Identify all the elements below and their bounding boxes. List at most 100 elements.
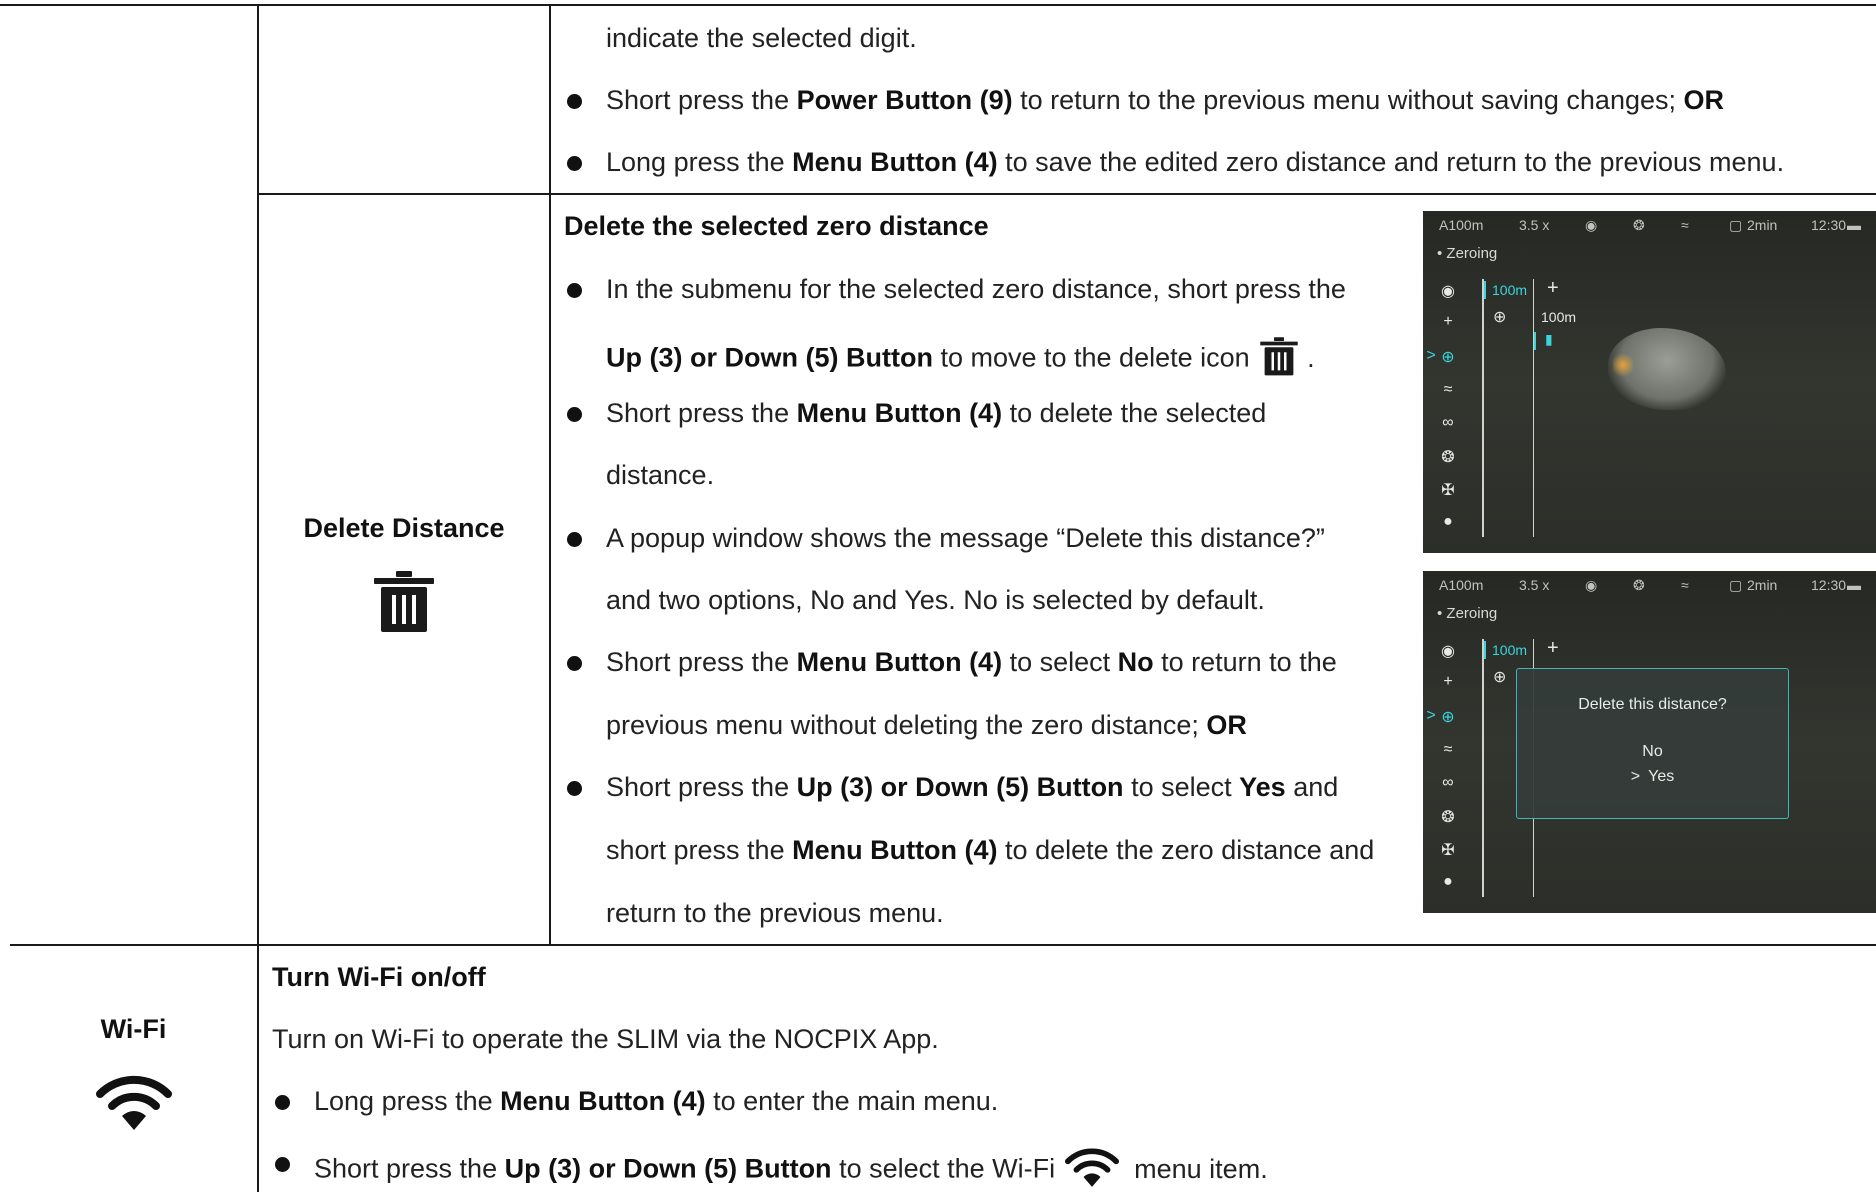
zoom-label: 3.5 x — [1519, 577, 1550, 593]
bullet-dot — [567, 156, 582, 171]
distance-value: 100m — [1541, 309, 1577, 325]
menu-title: • Zeroing — [1437, 245, 1498, 262]
table-top-rule — [0, 4, 1876, 6]
timer-label: 2min — [1747, 577, 1778, 593]
wifi-icon: ≈ — [1681, 217, 1689, 233]
bullet-text-continued: return to the previous menu. — [606, 898, 944, 928]
bullet-text: Long press the Menu Button (4) to enter … — [314, 1086, 999, 1116]
popup-option-yes[interactable]: > Yes — [1517, 768, 1788, 786]
battery-icon: ▬ — [1847, 577, 1861, 593]
crosshair-icon: + — [1443, 673, 1453, 690]
bullet-dot — [275, 1095, 290, 1110]
bullet-dot — [567, 407, 582, 422]
continuation-text: indicate the selected digit. — [606, 23, 917, 53]
bullet-text: In the submenu for the selected zero dis… — [606, 274, 1346, 304]
row-divider — [258, 193, 1876, 195]
battery-icon: ▬ — [1847, 217, 1861, 233]
submenu-indicator — [1534, 332, 1536, 350]
wifi-icon: ≈ — [1443, 381, 1453, 398]
add-icon: + — [1547, 277, 1559, 299]
link-icon: ∞ — [1442, 774, 1454, 791]
trash-icon — [1259, 335, 1299, 384]
wifi-icon — [96, 1074, 172, 1130]
distance-selected: 100m — [1492, 642, 1528, 658]
menu-rail — [1482, 639, 1484, 897]
eye-icon: ◉ — [1441, 643, 1455, 660]
bullet-text-continued: Up (3) or Down (5) Button to move to the… — [606, 335, 1315, 384]
shutter-icon: ❂ — [1633, 217, 1645, 233]
clock-label: 12:30 — [1811, 577, 1847, 593]
manual-page: indicate the selected digit. Short press… — [0, 0, 1876, 1192]
bullet-dot — [275, 1157, 290, 1172]
row-label-wifi: Wi-Fi — [100, 1014, 167, 1044]
menu-rail — [1533, 279, 1534, 537]
intro-text: Turn on Wi-Fi to operate the SLIM via th… — [272, 1024, 939, 1054]
timer-icon: ▢ — [1729, 217, 1743, 233]
zero-target-icon: ⊕ — [1493, 309, 1507, 326]
fan-icon: ✠ — [1441, 842, 1455, 859]
timer-label: 2min — [1747, 217, 1778, 233]
section-heading: Turn Wi-Fi on/off — [272, 962, 486, 992]
bullet-text: Short press the Menu Button (4) to selec… — [606, 647, 1337, 677]
bullet-text: Long press the Menu Button (4) to save t… — [606, 147, 1785, 177]
chevron-right-icon: > — [1630, 768, 1641, 785]
zoom-label: 3.5 x — [1519, 217, 1550, 233]
fan-icon: ✠ — [1441, 482, 1455, 499]
link-icon: ∞ — [1442, 414, 1454, 431]
bullet-text-continued: previous menu without deleting the zero … — [606, 710, 1247, 740]
timer-icon: ▢ — [1729, 577, 1743, 593]
eye-icon: ◉ — [1585, 217, 1598, 233]
bullet-dot — [567, 283, 582, 298]
device-screenshot-delete-popup: A100m 3.5 x ◉ ❂ ≈ ▢ 2min 12:30 ▬ • Zeroi… — [1423, 571, 1876, 913]
profile-label: A100m — [1439, 577, 1484, 593]
bullet-text: Short press the Up (3) or Down (5) Butto… — [606, 772, 1339, 802]
crosshair-icon: + — [1443, 313, 1453, 330]
section-heading: Delete the selected zero distance — [564, 211, 989, 241]
column-divider — [549, 4, 551, 945]
target-icon: ⊕ — [1441, 349, 1455, 366]
popup-option-no[interactable]: No — [1517, 743, 1788, 761]
bullet-text-continued: distance. — [606, 460, 715, 490]
menu-title: • Zeroing — [1437, 605, 1498, 622]
bullet-dot — [567, 94, 582, 109]
column-divider — [257, 4, 259, 1192]
bullet-text: Short press the Power Button (9) to retu… — [606, 85, 1724, 115]
status-bar: A100m 3.5 x ◉ ❂ ≈ ▢ 2min 12:30 ▬ — [1423, 571, 1876, 597]
bullet-text-continued: and two options, No and Yes. No is selec… — [606, 585, 1265, 615]
target-icon: ⊕ — [1441, 709, 1455, 726]
mic-icon: ● — [1443, 873, 1453, 890]
clock-label: 12:30 — [1811, 217, 1847, 233]
eye-icon: ◉ — [1441, 283, 1455, 300]
delete-confirm-popup: Delete this distance? No > Yes — [1516, 668, 1789, 819]
thermal-hotspot — [1613, 351, 1633, 379]
wifi-icon: ≈ — [1681, 577, 1689, 593]
zero-target-icon: ⊕ — [1493, 669, 1507, 686]
wifi-icon: ≈ — [1443, 741, 1453, 758]
add-icon: + — [1547, 637, 1559, 659]
wifi-icon — [1064, 1147, 1119, 1194]
status-bar: A100m 3.5 x ◉ ❂ ≈ ▢ 2min 12:30 ▬ — [1423, 211, 1876, 237]
bullet-dot — [567, 781, 582, 796]
bullet-text-continued: short press the Menu Button (4) to delet… — [606, 835, 1375, 865]
distance-selected: 100m — [1492, 282, 1528, 298]
popup-message: Delete this distance? — [1578, 696, 1727, 713]
bullet-text: Short press the Menu Button (4) to delet… — [606, 398, 1267, 428]
selected-indicator — [1484, 281, 1486, 299]
eye-icon: ◉ — [1585, 577, 1598, 593]
menu-rail — [1482, 279, 1484, 537]
shutter-icon: ❂ — [1441, 809, 1455, 826]
device-screenshot-zeroing-submenu: A100m 3.5 x ◉ ❂ ≈ ▢ 2min 12:30 ▬ • Zeroi… — [1423, 211, 1876, 553]
bullet-dot — [567, 532, 582, 547]
bullet-text: Short press the Up (3) or Down (5) Butto… — [314, 1147, 1268, 1194]
bullet-text: A popup window shows the message “Delete… — [606, 523, 1325, 553]
trash-icon — [372, 569, 436, 633]
profile-label: A100m — [1439, 217, 1484, 233]
trash-icon: ▮ — [1545, 331, 1553, 347]
shutter-icon: ❂ — [1633, 577, 1645, 593]
bullet-dot — [567, 656, 582, 671]
mic-icon: ● — [1443, 513, 1453, 530]
shutter-icon: ❂ — [1441, 449, 1455, 466]
row-label-delete-distance: Delete Distance — [303, 513, 505, 543]
row-divider — [10, 944, 1876, 946]
selected-indicator — [1484, 641, 1486, 659]
